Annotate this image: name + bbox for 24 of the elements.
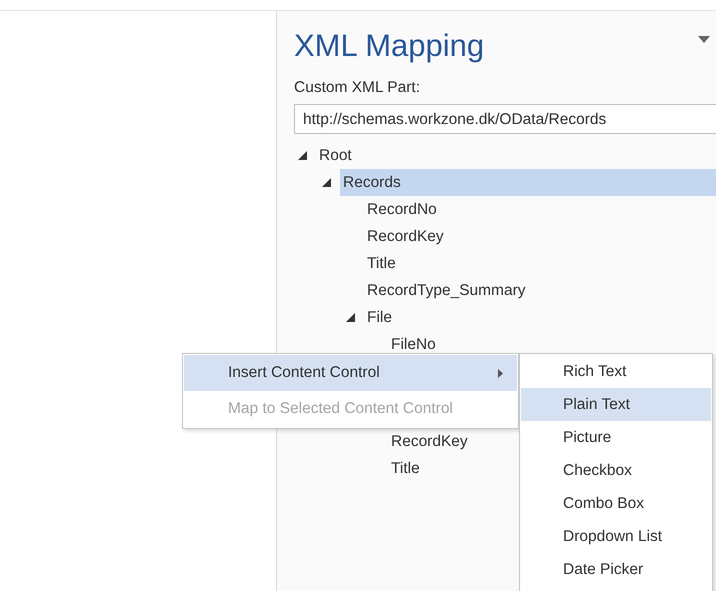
tree-item[interactable]: RecordNo: [364, 196, 440, 224]
menu-item[interactable]: Rich Text: [521, 355, 711, 388]
field-label: Custom XML Part:: [294, 78, 420, 98]
expand-icon[interactable]: [322, 178, 331, 188]
dropdown-icon[interactable]: [698, 36, 710, 43]
xml-part-field[interactable]: http://schemas.workzone.dk/OData/Records: [294, 104, 716, 134]
tree-item[interactable]: RecordKey: [388, 428, 471, 456]
pane-title: XML Mapping: [294, 27, 484, 65]
tree-item[interactable]: RecordType_Summary: [364, 277, 529, 304]
tree-item[interactable]: Title: [364, 250, 399, 278]
menu-item[interactable]: Picture: [521, 421, 711, 454]
menu-item[interactable]: Combo Box: [521, 487, 711, 520]
expand-icon[interactable]: [346, 313, 355, 322]
menu-item[interactable]: Checkbox: [521, 454, 711, 487]
expand-icon[interactable]: [298, 151, 307, 160]
menu-item[interactable]: Plain Text: [521, 388, 711, 421]
tree-item[interactable]: Records: [340, 169, 716, 196]
tree-item[interactable]: Title: [388, 455, 423, 482]
menu-item[interactable]: Dropdown List: [521, 520, 711, 553]
menu-item[interactable]: Insert Content Control: [184, 355, 517, 391]
tree-item[interactable]: RecordKey: [364, 223, 447, 250]
menu-item[interactable]: Date Picker: [521, 553, 711, 586]
tree-item[interactable]: File: [364, 304, 395, 332]
tree-item[interactable]: Root: [316, 142, 355, 170]
